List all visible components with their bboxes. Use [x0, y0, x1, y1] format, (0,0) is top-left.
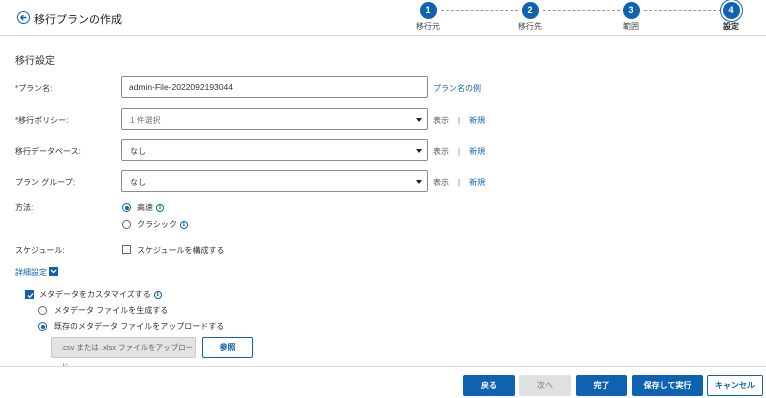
- plan-group-new-link[interactable]: 新規: [469, 178, 485, 187]
- separator: |: [458, 147, 461, 156]
- method-classic-option: クラシック i: [137, 219, 188, 230]
- step-label: 範囲: [623, 22, 639, 31]
- method-label: 方法:: [15, 203, 34, 212]
- policy-view-link[interactable]: 表示: [433, 116, 449, 125]
- plan-name-label-text: プラン名:: [18, 84, 53, 93]
- browse-button[interactable]: 参照: [202, 337, 253, 358]
- caret-down-icon: [416, 118, 422, 122]
- database-view-link[interactable]: 表示: [433, 147, 449, 156]
- plan-name-label: *プラン名:: [15, 83, 52, 94]
- info-icon[interactable]: i: [156, 203, 164, 212]
- policy-label-text: 移行ポリシー:: [18, 116, 69, 125]
- plan-name-input[interactable]: [121, 76, 428, 98]
- footer-bar: 戻る 次へ 完了 保存して実行 キャンセル: [0, 366, 766, 398]
- step-label: 移行先: [518, 22, 542, 31]
- back-button[interactable]: 戻る: [463, 375, 515, 396]
- step-destination[interactable]: 2 移行先: [500, 2, 560, 32]
- customize-metadata-label: メタデータをカスタマイズする: [39, 290, 151, 299]
- step-number: 4: [722, 2, 740, 19]
- metadata-file-input[interactable]: .csv または .xlsx ファイルをアップロード: [51, 337, 196, 371]
- step-source[interactable]: 1 移行元: [398, 2, 458, 32]
- save-and-run-button[interactable]: 保存して実行: [632, 375, 703, 396]
- database-label: 移行データベース:: [15, 147, 81, 156]
- plan-group-select-value: なし: [130, 178, 146, 187]
- separator: |: [458, 116, 461, 125]
- database-select[interactable]: なし: [121, 139, 428, 161]
- customize-metadata-option: メタデータをカスタマイズする i: [39, 289, 162, 300]
- plan-name-actions: プラン名の例: [433, 83, 481, 94]
- schedule-label: スケジュール:: [15, 246, 65, 255]
- method-fast-label: 高速: [137, 203, 153, 212]
- next-button[interactable]: 次へ: [519, 375, 571, 396]
- plan-group-actions: 表示 | 新規: [433, 177, 485, 188]
- method-fast-radio[interactable]: [122, 203, 131, 212]
- info-icon[interactable]: i: [153, 290, 162, 299]
- step-number: 3: [622, 2, 640, 19]
- upload-metadata-radio[interactable]: [38, 322, 47, 331]
- policy-new-link[interactable]: 新規: [469, 116, 485, 125]
- upload-metadata-label: 既存のメタデータ ファイルをアップロードする: [54, 322, 225, 331]
- plan-group-label: プラン グループ:: [15, 178, 75, 187]
- chevron-down-icon: [49, 267, 58, 277]
- database-select-value: なし: [130, 147, 146, 156]
- database-actions: 表示 | 新規: [433, 146, 485, 157]
- step-settings[interactable]: 4 設定: [701, 2, 761, 32]
- finish-button[interactable]: 完了: [576, 375, 627, 396]
- advanced-settings-label: 詳細設定: [15, 268, 47, 277]
- caret-down-icon: [416, 180, 422, 184]
- schedule-checkbox[interactable]: [122, 245, 131, 254]
- step-number: 2: [521, 2, 539, 19]
- plan-group-view-link[interactable]: 表示: [433, 178, 449, 187]
- policy-select-value: 1 件選択: [130, 116, 161, 125]
- schedule-checkbox-label: スケジュールを構成する: [137, 246, 225, 255]
- page-title: 移行プランの作成: [34, 14, 122, 26]
- generate-metadata-label: メタデータ ファイルを生成する: [54, 306, 169, 315]
- policy-actions: 表示 | 新規: [433, 115, 485, 126]
- step-label: 移行元: [416, 22, 440, 31]
- caret-down-icon: [416, 149, 422, 153]
- header-bar: 移行プランの作成 1 移行元 2 移行先 3 範囲 4 設定: [0, 0, 766, 36]
- plan-group-select[interactable]: なし: [121, 170, 428, 192]
- method-classic-radio[interactable]: [122, 220, 131, 229]
- section-title: 移行設定: [15, 56, 55, 67]
- back-arrow-icon[interactable]: [17, 11, 30, 24]
- step-label: 設定: [723, 22, 739, 31]
- method-fast-option: 高速 i: [137, 202, 164, 213]
- advanced-settings-toggle[interactable]: 詳細設定: [15, 267, 58, 278]
- generate-metadata-radio[interactable]: [38, 306, 47, 315]
- customize-metadata-checkbox[interactable]: [25, 290, 34, 299]
- plan-name-example-link[interactable]: プラン名の例: [433, 84, 481, 93]
- step-scope[interactable]: 3 範囲: [601, 2, 661, 32]
- separator: |: [458, 178, 461, 187]
- policy-select[interactable]: 1 件選択: [121, 108, 428, 130]
- database-new-link[interactable]: 新規: [469, 147, 485, 156]
- info-icon[interactable]: i: [179, 220, 188, 229]
- step-number: 1: [419, 2, 437, 19]
- method-classic-label: クラシック: [137, 220, 177, 229]
- cancel-button[interactable]: キャンセル: [707, 375, 763, 396]
- policy-label: *移行ポリシー:: [15, 115, 68, 126]
